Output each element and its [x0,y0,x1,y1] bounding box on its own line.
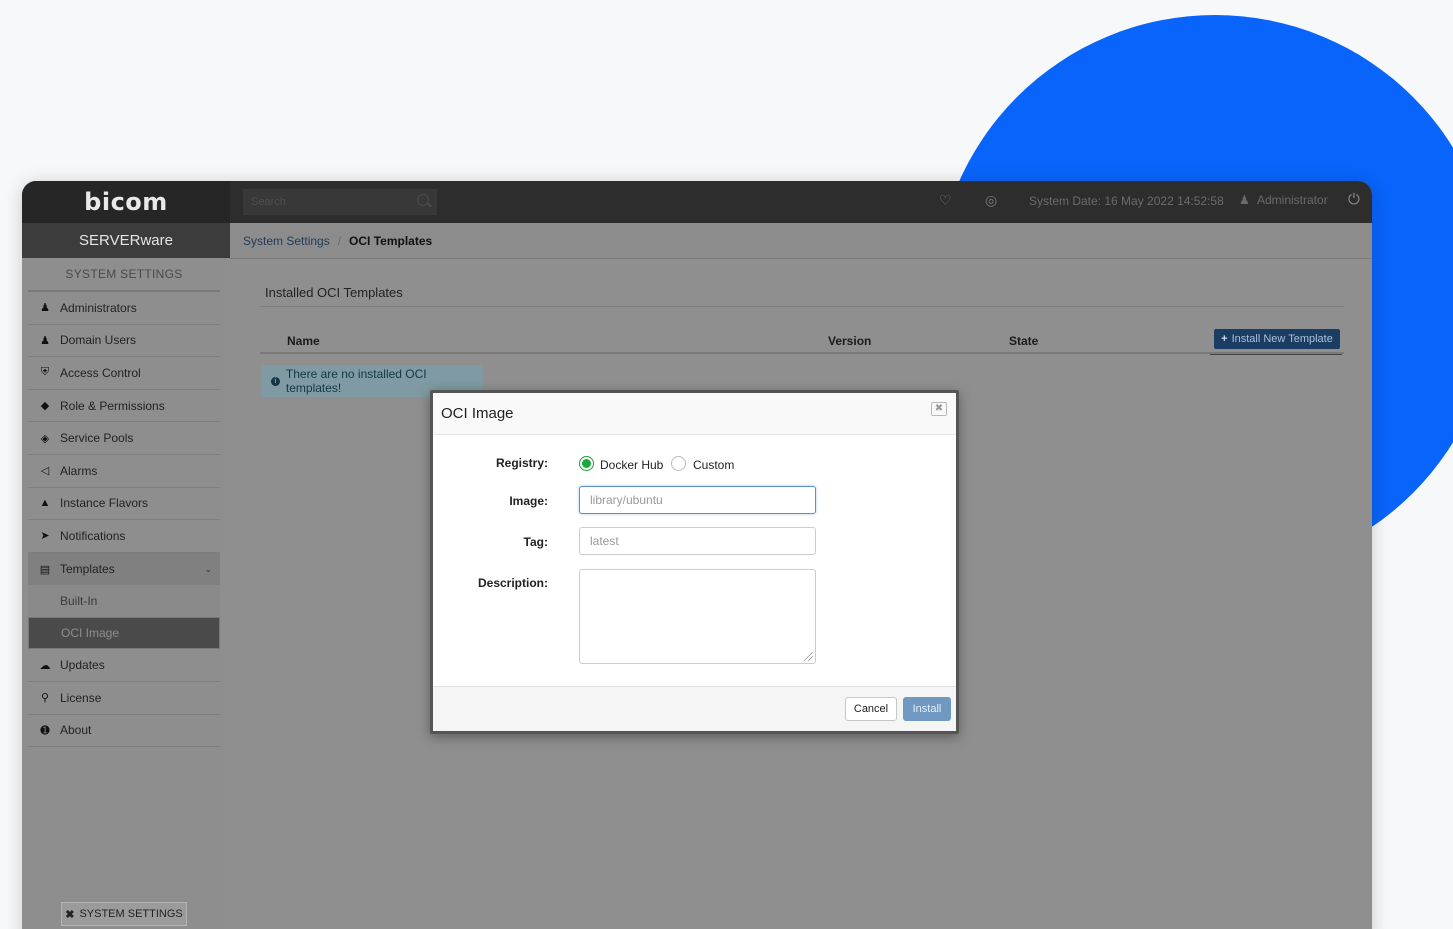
user-menu[interactable]: ♟ Administrator [1239,193,1328,207]
user-name: Administrator [1257,193,1328,207]
sidebar-item-label: License [60,690,102,705]
file-icon: ▤ [39,563,51,576]
panel-title: Installed OCI Templates [265,285,403,300]
modal-title: OCI Image [441,405,514,422]
description-textarea[interactable] [579,569,816,664]
table-header-divider [260,352,1344,354]
search-icon[interactable] [417,194,429,206]
tag-input[interactable]: latest [579,527,816,555]
tag-icon: ◈ [40,432,50,445]
cloud-upload-icon: ☁ [39,659,51,672]
system-settings-button[interactable]: ✖ SYSTEM SETTINGS [61,902,187,926]
oci-image-modal: OCI Image ✖ Registry: Docker Hub Custom … [430,390,959,734]
sidebar-item-label: Domain Users [60,333,137,348]
sidebar-item-updates[interactable]: ☁ Updates [28,649,220,682]
sidebar-item-license[interactable]: ⚲ License [28,682,220,715]
registry-docker-hub-radio[interactable] [579,456,594,471]
tag-placeholder: latest [590,534,619,548]
logo[interactable]: bicom [22,181,230,223]
column-header-version[interactable]: Version [828,334,871,348]
sidebar-item-label: Updates [60,658,105,673]
tag-label: Tag: [523,535,548,549]
image-input[interactable]: library/ubuntu [579,486,816,514]
sidebar-item-domain-users[interactable]: ♟ Domain Users [28,325,220,358]
breadcrumb-separator: / [337,233,342,248]
sidebar-item-instance-flavors[interactable]: ▲ Instance Flavors [28,488,220,521]
image-placeholder: library/ubuntu [590,493,663,507]
install-new-template-button[interactable]: + Install New Template [1214,329,1340,349]
install-button[interactable]: Install [903,697,951,721]
breadcrumb-current: OCI Templates [349,233,433,248]
tags-icon: ◆ [40,400,50,413]
modal-header: OCI Image ✖ [433,393,956,435]
user-icon: ♟ [40,334,50,347]
sidebar-item-role-permissions[interactable]: ◆ Role & Permissions [28,390,220,423]
user-plus-icon: ♟ [40,302,50,315]
sidebar-item-label: About [60,723,92,738]
sidebar: bicom SERVERware SYSTEM SETTINGS ♟ Admin… [22,181,230,929]
close-icon: ✖ [65,908,75,921]
system-settings-button-label: SYSTEM SETTINGS [79,908,183,920]
sidebar-item-about[interactable]: ➊ About [28,715,220,748]
shield-icon: ⛨ [40,366,50,379]
close-icon[interactable]: ✖ [931,402,947,416]
sidebar-item-access-control[interactable]: ⛨ Access Control [28,357,220,390]
chevron-down-icon: ⌄ [204,563,212,574]
sidebar-item-templates[interactable]: ▤ Templates ⌄ [28,552,220,586]
binoculars-icon: ▲ [39,497,51,510]
column-header-name[interactable]: Name [287,334,320,348]
key-icon: ⚲ [40,692,50,705]
install-new-template-label: Install New Template [1231,333,1333,345]
sidebar-item-notifications[interactable]: ➤ Notifications [28,520,220,553]
sidebar-subitem-built-in[interactable]: Built-In [28,585,220,618]
search-placeholder: Search [251,196,286,208]
column-header-state[interactable]: State [1009,334,1038,348]
modal-body: Registry: Docker Hub Custom Image: libra… [433,435,956,689]
info-icon: i [271,376,280,386]
modal-footer: Cancel Install [433,686,956,731]
sidebar-item-label: Notifications [60,528,126,543]
sidebar-item-label: Role & Permissions [60,398,165,413]
sidebar-item-label: Instance Flavors [60,496,149,511]
logo-text: bicom [84,188,168,216]
top-bar: Search ♡ ◎ System Date: 16 May 2022 14:5… [230,181,1372,223]
sidebar-subitem-oci-image[interactable]: OCI Image [28,617,220,650]
sidebar-section-title: SYSTEM SETTINGS [28,258,220,292]
system-date: System Date: 16 May 2022 14:52:58 [1029,194,1224,208]
info-icon: ➊ [40,724,50,737]
description-label: Description: [477,576,548,590]
bell-icon[interactable]: ♡ [939,192,952,209]
user-icon: ♟ [1239,193,1250,207]
product-name: SERVERware [22,223,230,258]
divider [260,306,1344,307]
registry-label: Registry: [495,456,548,470]
power-icon[interactable]: ⏻ [1348,191,1360,208]
registry-docker-hub-label[interactable]: Docker Hub [600,458,663,472]
sidebar-item-alarms[interactable]: ◁ Alarms [28,455,220,488]
breadcrumb: System Settings / OCI Templates [230,223,1372,259]
send-icon: ➤ [40,530,50,543]
sidebar-item-label: Administrators [60,300,137,315]
lifebuoy-icon[interactable]: ◎ [985,192,997,209]
sidebar-item-label: Templates [60,562,115,577]
bullhorn-icon: ◁ [40,465,50,478]
resize-handle[interactable] [804,652,813,661]
sidebar-item-label: Access Control [60,365,141,380]
breadcrumb-system-settings[interactable]: System Settings [243,234,330,248]
sidebar-item-administrators[interactable]: ♟ Administrators [28,292,220,325]
sidebar-item-service-pools[interactable]: ◈ Service Pools [28,422,220,455]
plus-icon: + [1221,333,1228,345]
search-input[interactable]: Search [243,189,437,215]
registry-custom-label[interactable]: Custom [693,458,734,472]
registry-custom-radio[interactable] [671,456,686,471]
sidebar-item-label: Service Pools [60,431,134,446]
cancel-button[interactable]: Cancel [845,697,897,721]
image-label: Image: [509,494,548,508]
sidebar-item-label: Alarms [60,463,98,478]
